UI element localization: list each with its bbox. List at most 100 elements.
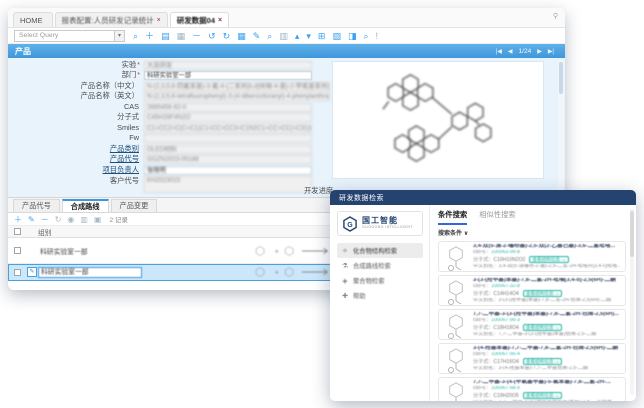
field-input[interactable]: N-(2,3,5,6-tetrafluorophenyl)-3-(4-diben…	[144, 92, 330, 101]
expand-icon[interactable]: ⊞	[318, 30, 326, 42]
field-input[interactable]: N-(2,3,5,6-四氟苯基)-3-氟-4-(二苯并[b,d]呋喃-4-基)-…	[144, 82, 330, 91]
search-icon[interactable]: ⌕	[133, 30, 138, 42]
structure-thumbnail	[444, 279, 468, 306]
window-tab[interactable]: 报表配置:人员研发记录统计 ×	[55, 12, 168, 27]
sidebar-menu-item[interactable]: ⚛ 化合物结构检索	[337, 243, 423, 258]
cas-number[interactable]: 100067-56-4	[491, 352, 520, 357]
view-structure-badge[interactable]: 查看结构信息 →	[523, 290, 562, 297]
save-icon[interactable]: ▦	[177, 30, 186, 42]
alert-icon[interactable]: !	[376, 30, 379, 42]
layout-icon[interactable]: ◨	[348, 30, 357, 42]
window-tab[interactable]: HOME	[13, 12, 53, 27]
alias-value: 7,7-二甲基-3-(4-(甲氧基甲氧基)苯基)-7,8-二氢色烯...	[498, 400, 615, 401]
cas-number[interactable]: 100067-32-8	[491, 284, 520, 289]
edit-icon[interactable]: ✎	[253, 30, 261, 42]
field-label: 产品代号	[110, 154, 139, 163]
columns-icon[interactable]: ▥	[80, 215, 88, 224]
window-tab[interactable]: 研发数据04 ×	[170, 12, 229, 27]
undo-icon[interactable]: ↺	[208, 30, 216, 42]
form-scrollbar[interactable]	[558, 60, 564, 194]
field-input[interactable]	[144, 134, 312, 143]
field-input[interactable]: KH2023015	[144, 176, 312, 193]
sidebar-menu-item[interactable]: ⚗ 合成路线检索	[337, 258, 423, 273]
structure-thumbnail	[444, 313, 468, 340]
dialog-tab[interactable]: 相似性搜索	[479, 210, 515, 223]
export-icon[interactable]: ▣	[94, 215, 102, 224]
row-checkbox[interactable]	[14, 269, 21, 276]
view-structure-badge[interactable]: 查看结构信息 →	[523, 392, 562, 399]
find-icon[interactable]: ⌕	[363, 30, 368, 42]
field-label-partial: 开发进度	[304, 186, 333, 196]
formula-value: C10H10N2O2	[493, 257, 525, 263]
field-input[interactable]: GGZN2023-05188	[144, 155, 312, 164]
cas-label: cas号：	[473, 284, 491, 289]
field-input[interactable]: 大连研发	[144, 61, 312, 70]
detail-tab[interactable]: 产品变更	[111, 199, 158, 212]
edit-row-icon[interactable]: ✎	[28, 215, 35, 224]
field-input[interactable]: C45H28F4N2O	[144, 113, 312, 122]
menu-icon: ⚛	[341, 247, 349, 255]
alias-value: 7,7-二甲基-3-(3-(羟甲基)苯基)色烯-2,5-二酮	[498, 332, 596, 337]
close-icon[interactable]: ×	[218, 17, 222, 24]
cas-number[interactable]: 100063-99-8	[491, 250, 520, 255]
zoom-in-icon[interactable]: ⌕	[267, 30, 272, 42]
query-select[interactable]: Select Query	[14, 30, 114, 42]
select-all-checkbox[interactable]	[14, 228, 21, 235]
result-card[interactable]: 3,4-双(5-溴-2-噻吩基)-2,5-双(2-乙基己基)-3,6-二氢吡咯.…	[438, 241, 626, 272]
structure-viewer[interactable]	[332, 61, 544, 179]
refresh-icon[interactable]: ↻	[223, 30, 231, 42]
scrollbar-thumb[interactable]	[630, 211, 634, 257]
view-structure-badge[interactable]: 查看结构信息 →	[523, 358, 562, 365]
dialog-titlebar[interactable]: 研发数据检索	[330, 190, 636, 205]
pin-icon[interactable]: ⚲	[553, 12, 558, 20]
result-card[interactable]: 7,7-二甲基-3-(4-(甲氧基甲基)-5-氟苯基)-7,8-二氢-2H-..…	[438, 377, 626, 401]
row-checkbox[interactable]	[14, 247, 21, 254]
result-card[interactable]: 3-(4-羟基苯基)-7,7-二甲基-7,8-二氢-2H-色烯-2,5(6H)-…	[438, 343, 626, 374]
sort-down-icon[interactable]: ▾	[306, 30, 311, 42]
cas-number[interactable]: 100067-56-3	[491, 318, 520, 323]
scrollbar-thumb[interactable]	[559, 62, 563, 94]
remove-icon[interactable]: －	[192, 30, 201, 42]
field-input[interactable]: 2685456-92-0	[144, 103, 312, 112]
result-card[interactable]: 3-(3-(羟甲基)苯基)-7,8-二氢-2H-吡喃[3,4-d]-2,5(6H…	[438, 275, 626, 306]
field-input[interactable]: 张晓明	[144, 166, 312, 175]
detail-tab[interactable]: 合成路线	[62, 199, 109, 212]
dialog-scrollbar[interactable]	[630, 209, 634, 395]
detail-tab[interactable]: 产品代号	[13, 199, 60, 212]
view-structure-badge[interactable]: 查看结构信息 →	[523, 324, 562, 331]
column-header-group[interactable]: 组别	[38, 227, 148, 237]
add-icon[interactable]: ＋	[145, 30, 154, 42]
tab-label: 研发数据04	[177, 15, 215, 26]
sidebar-menu-item[interactable]: ◈ 聚合物检索	[337, 273, 423, 288]
chevron-down-icon[interactable]: ▾	[114, 30, 125, 42]
next-record-icon[interactable]: ▶	[537, 48, 542, 55]
view-structure-badge[interactable]: 查看结构信息 →	[529, 256, 568, 263]
formula-value: C19H20O5	[493, 393, 518, 399]
delete-row-icon[interactable]: －	[41, 214, 49, 225]
logo-subtext: GUOGONG INTELLIGENT	[362, 226, 413, 230]
field-input[interactable]: OLED材料	[144, 145, 312, 154]
add-row-icon[interactable]: ＋	[14, 214, 22, 225]
structure-thumbnail	[444, 245, 468, 272]
chart-icon[interactable]: ▨	[332, 30, 341, 42]
filter-section-toggle[interactable]: 搜索条件 ∨	[438, 228, 626, 237]
last-record-icon[interactable]: ▶|	[548, 48, 554, 55]
formula-value: C14H14O4	[493, 291, 518, 297]
copy-icon[interactable]: ▤	[161, 30, 170, 42]
result-card[interactable]: 7,7-二甲基-3-(3-(羟甲基)苯基)-7,8-二氢-2H-色烯-2,5(6…	[438, 309, 626, 340]
sort-up-icon[interactable]: ▴	[295, 30, 300, 42]
dialog-tab[interactable]: 条件搜索	[438, 210, 467, 225]
field-input[interactable]: C1=CC2=C(C=C1)C1=CC=CC3=C1N2C1=CC=CC(=C3…	[144, 124, 312, 133]
alias-value: 3,4-双(5-溴噻吩-2-基)-2,5-二氢-1H-吡咯并[3,4-c]吡咯.…	[498, 264, 620, 269]
cas-number[interactable]: 100067-58-5	[491, 386, 520, 391]
prev-record-icon[interactable]: ◀	[508, 48, 513, 55]
field-input[interactable]: 科研实验室一部	[144, 71, 312, 80]
table-icon[interactable]: ▦	[237, 30, 246, 42]
refresh-grid-icon[interactable]: ↻	[55, 215, 62, 224]
sidebar-menu-item[interactable]: ✚ 帮助	[337, 288, 423, 303]
view-record-icon[interactable]: ◉	[67, 215, 74, 224]
first-record-icon[interactable]: |◀	[496, 48, 502, 55]
edit-icon[interactable]: ✎	[27, 267, 37, 277]
print-icon[interactable]: ▥	[279, 30, 288, 42]
close-icon[interactable]: ×	[157, 17, 161, 24]
